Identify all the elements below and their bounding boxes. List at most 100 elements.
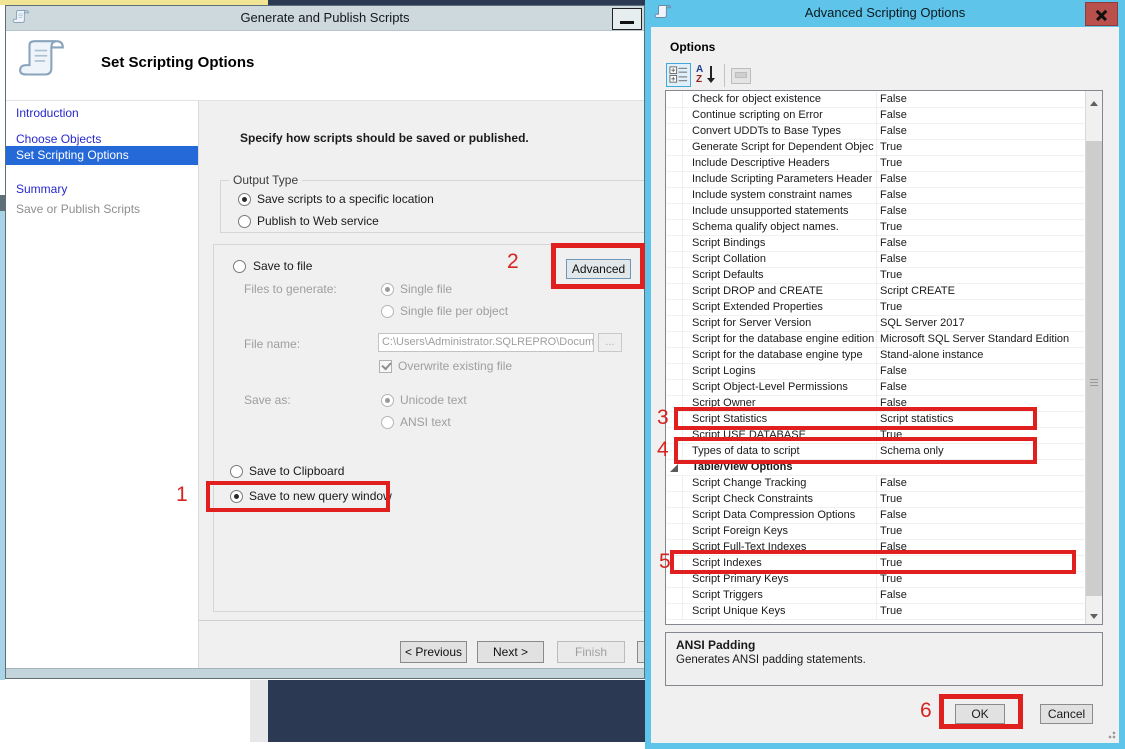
cancel-button[interactable]: Cancel <box>1040 704 1093 724</box>
sidebar-step-item[interactable]: Introduction <box>16 106 79 120</box>
property-value[interactable]: False <box>880 173 907 185</box>
property-value[interactable]: True <box>880 157 902 169</box>
property-value[interactable]: True <box>880 221 902 233</box>
property-value[interactable]: True <box>880 605 902 617</box>
property-value[interactable]: False <box>880 93 907 105</box>
property-value[interactable]: True <box>880 269 902 281</box>
save-options-groupbox: Save to file Advanced Files to generate:… <box>213 244 644 612</box>
next-button[interactable]: Next > <box>477 641 544 663</box>
property-row[interactable]: Include system constraint names False <box>666 188 1085 204</box>
previous-button[interactable]: < Previous <box>400 641 467 663</box>
dialog-titlebar[interactable]: Advanced Scripting Options <box>645 0 1125 27</box>
property-value[interactable]: Microsoft SQL Server Standard Edition <box>880 333 1069 345</box>
property-row[interactable]: Schema qualify object names. True <box>666 220 1085 236</box>
annotation-box-1 <box>206 481 390 512</box>
file-name-input[interactable]: C:\Users\Administrator.SQLREPRO\Docume <box>378 333 594 352</box>
categorized-view-icon[interactable] <box>666 63 691 87</box>
radio-single-file-per-object[interactable] <box>381 305 394 318</box>
property-row[interactable]: Script DROP and CREATE Script CREATE <box>666 284 1085 300</box>
radio-save-to-file[interactable] <box>233 260 246 273</box>
sidebar-step-item[interactable]: Save or Publish Scripts <box>16 202 140 216</box>
property-value[interactable]: False <box>880 381 907 393</box>
property-value[interactable]: False <box>880 205 907 217</box>
cancel-button-partial[interactable]: Cancel <box>637 641 644 663</box>
scroll-down-icon[interactable] <box>1086 607 1102 624</box>
property-row[interactable]: Script Data Compression Options False <box>666 508 1085 524</box>
property-value[interactable]: True <box>880 141 902 153</box>
property-row[interactable]: Include Scripting Parameters Header Fals… <box>666 172 1085 188</box>
radio-save-scripts-location-label[interactable]: Save scripts to a specific location <box>257 192 434 206</box>
property-name: Script DROP and CREATE <box>692 285 823 297</box>
advanced-scripting-options-dialog: Advanced Scripting Options Options <box>645 0 1125 749</box>
sidebar-step-item[interactable]: Summary <box>16 182 67 196</box>
minimize-button[interactable] <box>612 8 642 30</box>
property-row[interactable]: Convert UDDTs to Base Types False <box>666 124 1085 140</box>
resize-grip-icon[interactable] <box>1106 729 1116 739</box>
property-value[interactable]: False <box>880 253 907 265</box>
radio-save-to-clipboard-label[interactable]: Save to Clipboard <box>249 464 344 478</box>
property-row[interactable]: Continue scripting on Error False <box>666 108 1085 124</box>
scrollbar-thumb[interactable] <box>1086 141 1102 596</box>
sidebar-step-item[interactable]: Set Scripting Options <box>6 146 198 165</box>
annotation-box-4 <box>674 437 1037 464</box>
property-name: Check for object existence <box>692 93 821 105</box>
property-row[interactable]: Script for the database engine edition M… <box>666 332 1085 348</box>
radio-ansi-text[interactable] <box>381 416 394 429</box>
wizard-titlebar[interactable]: Generate and Publish Scripts <box>6 6 644 31</box>
property-value[interactable]: False <box>880 509 907 521</box>
property-value[interactable]: SQL Server 2017 <box>880 317 965 329</box>
property-row[interactable]: Script for the database engine type Stan… <box>666 348 1085 364</box>
property-value[interactable]: Script CREATE <box>880 285 955 297</box>
property-value[interactable]: False <box>880 189 907 201</box>
finish-button: Finish <box>557 641 625 663</box>
property-row[interactable]: Script Object-Level Permissions False <box>666 380 1085 396</box>
property-value[interactable]: False <box>880 237 907 249</box>
overwrite-checkbox[interactable] <box>379 360 392 373</box>
property-value[interactable]: False <box>880 125 907 137</box>
property-row[interactable]: Script for Server Version SQL Server 201… <box>666 316 1085 332</box>
property-row[interactable]: Script Extended Properties True <box>666 300 1085 316</box>
property-name: Script Change Tracking <box>692 477 806 489</box>
radio-save-to-clipboard[interactable] <box>230 465 243 478</box>
radio-publish-web-service[interactable] <box>238 215 251 228</box>
property-value[interactable]: Stand-alone instance <box>880 349 983 361</box>
property-row[interactable]: Check for object existence False <box>666 92 1085 108</box>
property-value[interactable]: False <box>880 109 907 121</box>
radio-single-file[interactable] <box>381 283 394 296</box>
property-name: Script Bindings <box>692 237 765 249</box>
property-value[interactable]: True <box>880 573 902 585</box>
property-row[interactable]: Script Logins False <box>666 364 1085 380</box>
property-row[interactable]: Script Check Constraints True <box>666 492 1085 508</box>
property-value[interactable]: True <box>880 493 902 505</box>
property-value[interactable]: False <box>880 477 907 489</box>
radio-unicode-text[interactable] <box>381 394 394 407</box>
grid-scrollbar[interactable] <box>1085 91 1102 624</box>
property-row[interactable]: Script Triggers False <box>666 588 1085 604</box>
property-row[interactable]: Script Foreign Keys True <box>666 524 1085 540</box>
property-row[interactable]: Script Collation False <box>666 252 1085 268</box>
property-value[interactable]: True <box>880 525 902 537</box>
property-value[interactable]: False <box>880 589 907 601</box>
property-row[interactable]: Script Change Tracking False <box>666 476 1085 492</box>
property-row[interactable]: Script Bindings False <box>666 236 1085 252</box>
property-row[interactable]: Include Descriptive Headers True <box>666 156 1085 172</box>
close-icon[interactable] <box>1085 2 1118 26</box>
property-name: Script for the database engine type <box>692 349 863 361</box>
alphabetical-sort-icon[interactable] <box>695 64 719 87</box>
toolbar-separator <box>724 64 725 87</box>
property-value[interactable]: True <box>880 301 902 313</box>
property-row[interactable]: Include unsupported statements False <box>666 204 1085 220</box>
scroll-up-icon[interactable] <box>1086 91 1102 108</box>
radio-save-scripts-location[interactable] <box>238 193 251 206</box>
browse-button[interactable]: ... <box>598 333 622 352</box>
property-row[interactable]: Generate Script for Dependent Objects Tr… <box>666 140 1085 156</box>
property-name: Include unsupported statements <box>692 205 849 217</box>
property-row[interactable]: Script Defaults True <box>666 268 1085 284</box>
sidebar-step-item[interactable]: Choose Objects <box>16 132 101 146</box>
property-row[interactable]: Script Unique Keys True <box>666 604 1085 620</box>
radio-save-to-file-label[interactable]: Save to file <box>253 259 312 273</box>
radio-publish-web-service-label[interactable]: Publish to Web service <box>257 214 379 228</box>
category-expander-icon[interactable] <box>670 464 678 472</box>
property-value[interactable]: False <box>880 365 907 377</box>
property-row[interactable]: Script Primary Keys True <box>666 572 1085 588</box>
